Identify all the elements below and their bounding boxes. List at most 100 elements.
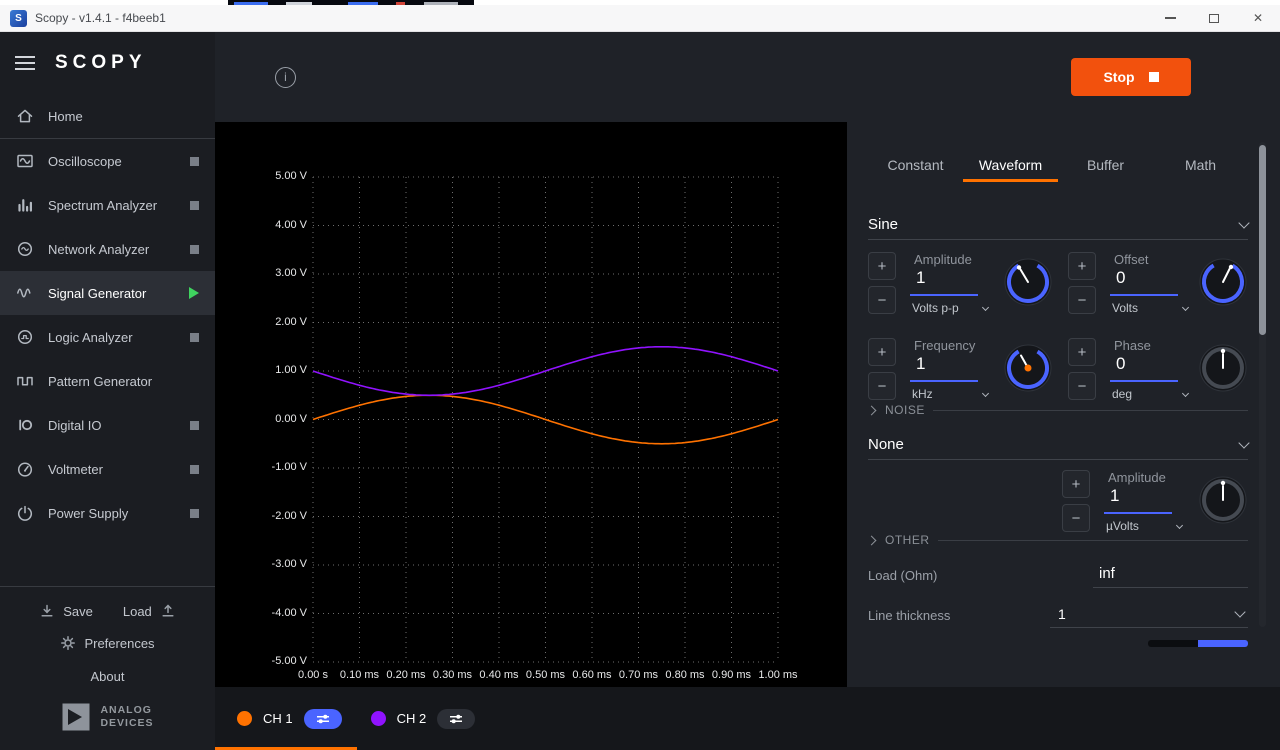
minimize-button[interactable] — [1148, 5, 1192, 32]
close-button[interactable]: ✕ — [1236, 5, 1280, 32]
stopped-indicator — [190, 465, 199, 474]
phase-knob[interactable] — [1198, 343, 1248, 393]
channel-1-settings-button[interactable] — [304, 709, 342, 729]
sidebar-item-oscilloscope[interactable]: Oscilloscope — [0, 139, 215, 183]
info-icon[interactable]: i — [275, 67, 296, 88]
sidebar-item-power-supply[interactable]: Power Supply — [0, 491, 215, 535]
x-axis-tick-label: 0.20 ms — [386, 669, 425, 681]
chevron-down-icon — [1182, 390, 1189, 397]
channel-bar: CH 1 CH 2 — [215, 687, 1280, 750]
amplitude-increment-button[interactable]: + — [868, 252, 896, 280]
offset-increment-button[interactable]: + — [1068, 252, 1096, 280]
load-value: inf — [1099, 565, 1115, 582]
x-axis-tick-label: 0.40 ms — [479, 669, 518, 681]
sidebar-item-pattern-generator[interactable]: Pattern Generator — [0, 359, 215, 403]
plot-canvas — [215, 122, 847, 687]
tab-math[interactable]: Math — [1153, 148, 1248, 182]
phase-value[interactable]: 0 — [1116, 354, 1125, 374]
y-axis-tick-label: -1.00 V — [215, 461, 307, 473]
offset-label: Offset — [1114, 252, 1148, 267]
sidebar-item-label: Power Supply — [48, 506, 177, 521]
sidebar-item-label: Oscilloscope — [48, 154, 177, 169]
offset-value-underline — [1110, 294, 1178, 296]
sidebar-item-voltmeter[interactable]: Voltmeter — [0, 447, 215, 491]
load-input[interactable]: inf — [1093, 560, 1248, 588]
channel-2-label: CH 2 — [397, 711, 427, 726]
noise-amplitude-knob[interactable] — [1198, 475, 1248, 525]
chevron-down-icon — [1238, 437, 1249, 448]
sidebar-item-spectrum-analyzer[interactable]: Spectrum Analyzer — [0, 183, 215, 227]
oscilloscope-icon — [15, 152, 35, 170]
network-analyzer-icon — [15, 240, 35, 258]
tab-constant[interactable]: Constant — [868, 148, 963, 182]
offset-value[interactable]: 0 — [1116, 268, 1125, 288]
sidebar-item-home[interactable]: Home — [0, 94, 215, 138]
waveform-type-select[interactable]: Sine — [868, 210, 1248, 240]
y-axis-tick-label: 0.00 V — [215, 413, 307, 425]
noise-amplitude-value[interactable]: 1 — [1110, 486, 1119, 506]
channel-1-color-dot — [237, 711, 252, 726]
frequency-unit-select[interactable]: kHz — [912, 387, 988, 401]
sidebar-item-logic-analyzer[interactable]: Logic Analyzer — [0, 315, 215, 359]
preferences-button[interactable]: Preferences — [0, 627, 215, 659]
stopped-indicator — [190, 333, 199, 342]
sidebar: SCOPY Home Oscilloscope Spec — [0, 32, 215, 750]
phase-unit-select[interactable]: deg — [1112, 387, 1188, 401]
amplitude-value[interactable]: 1 — [916, 268, 925, 288]
amplitude-decrement-button[interactable]: − — [868, 286, 896, 314]
plot-position-slider[interactable] — [1148, 640, 1248, 647]
offset-unit-select[interactable]: Volts — [1112, 301, 1188, 315]
x-axis-tick-label: 0.10 ms — [340, 669, 379, 681]
frequency-value[interactable]: 1 — [916, 354, 925, 374]
panel-scrollbar-thumb[interactable] — [1259, 145, 1266, 335]
noise-amplitude-decrement-button[interactable]: − — [1062, 504, 1090, 532]
maximize-button[interactable] — [1192, 5, 1236, 32]
chevron-down-icon — [1234, 606, 1245, 617]
x-axis-tick-label: 0.50 ms — [526, 669, 565, 681]
waveform-type-value: Sine — [868, 216, 898, 233]
tab-buffer[interactable]: Buffer — [1058, 148, 1153, 182]
phase-increment-button[interactable]: + — [1068, 338, 1096, 366]
amplitude-knob[interactable] — [1003, 257, 1053, 307]
scopy-app-icon: S — [10, 10, 27, 27]
sidebar-item-network-analyzer[interactable]: Network Analyzer — [0, 227, 215, 271]
noise-amplitude-unit-select[interactable]: µVolts — [1106, 519, 1182, 533]
phase-value-underline — [1110, 380, 1178, 382]
noise-amplitude-increment-button[interactable]: + — [1062, 470, 1090, 498]
line-thickness-label: Line thickness — [868, 608, 950, 623]
tab-waveform[interactable]: Waveform — [963, 148, 1058, 182]
stop-button[interactable]: Stop — [1071, 58, 1191, 96]
other-section-header[interactable]: OTHER — [868, 533, 1248, 547]
frequency-knob[interactable] — [1003, 343, 1053, 393]
panel-scrollbar[interactable] — [1259, 142, 1266, 627]
save-button[interactable]: Save — [39, 603, 93, 619]
amplitude-unit-select[interactable]: Volts p-p — [912, 301, 988, 315]
sidebar-item-signal-generator[interactable]: Signal Generator — [0, 271, 215, 315]
frequency-decrement-button[interactable]: − — [868, 372, 896, 400]
save-icon — [39, 603, 55, 619]
channel-1-group[interactable]: CH 1 — [237, 709, 342, 729]
load-button[interactable]: Load — [123, 603, 176, 619]
frequency-unit-label: kHz — [912, 387, 933, 401]
offset-decrement-button[interactable]: − — [1068, 286, 1096, 314]
scopy-logo: SCOPY — [55, 52, 147, 74]
stopped-indicator — [190, 245, 199, 254]
frequency-increment-button[interactable]: + — [868, 338, 896, 366]
noise-type-select[interactable]: None — [868, 430, 1248, 460]
phase-control: + − Phase 0 deg — [1068, 338, 1248, 402]
menu-toggle-icon[interactable] — [15, 56, 35, 70]
channel-2-color-dot — [371, 711, 386, 726]
sidebar-item-digital-io[interactable]: Digital IO — [0, 403, 215, 447]
about-button[interactable]: About — [0, 659, 215, 694]
offset-knob[interactable] — [1198, 257, 1248, 307]
save-label: Save — [63, 604, 93, 619]
channel-2-settings-button[interactable] — [437, 709, 475, 729]
load-label: Load (Ohm) — [868, 568, 937, 583]
load-label: Load — [123, 604, 152, 619]
channel-2-group[interactable]: CH 2 — [371, 709, 476, 729]
amplitude-unit-label: Volts p-p — [912, 301, 959, 315]
phase-decrement-button[interactable]: − — [1068, 372, 1096, 400]
noise-section-header[interactable]: NOISE — [868, 403, 1248, 417]
line-thickness-select[interactable]: 1 — [1050, 600, 1248, 628]
waveform-plot: 0.00 s0.10 ms0.20 ms0.30 ms0.40 ms0.50 m… — [215, 122, 847, 687]
